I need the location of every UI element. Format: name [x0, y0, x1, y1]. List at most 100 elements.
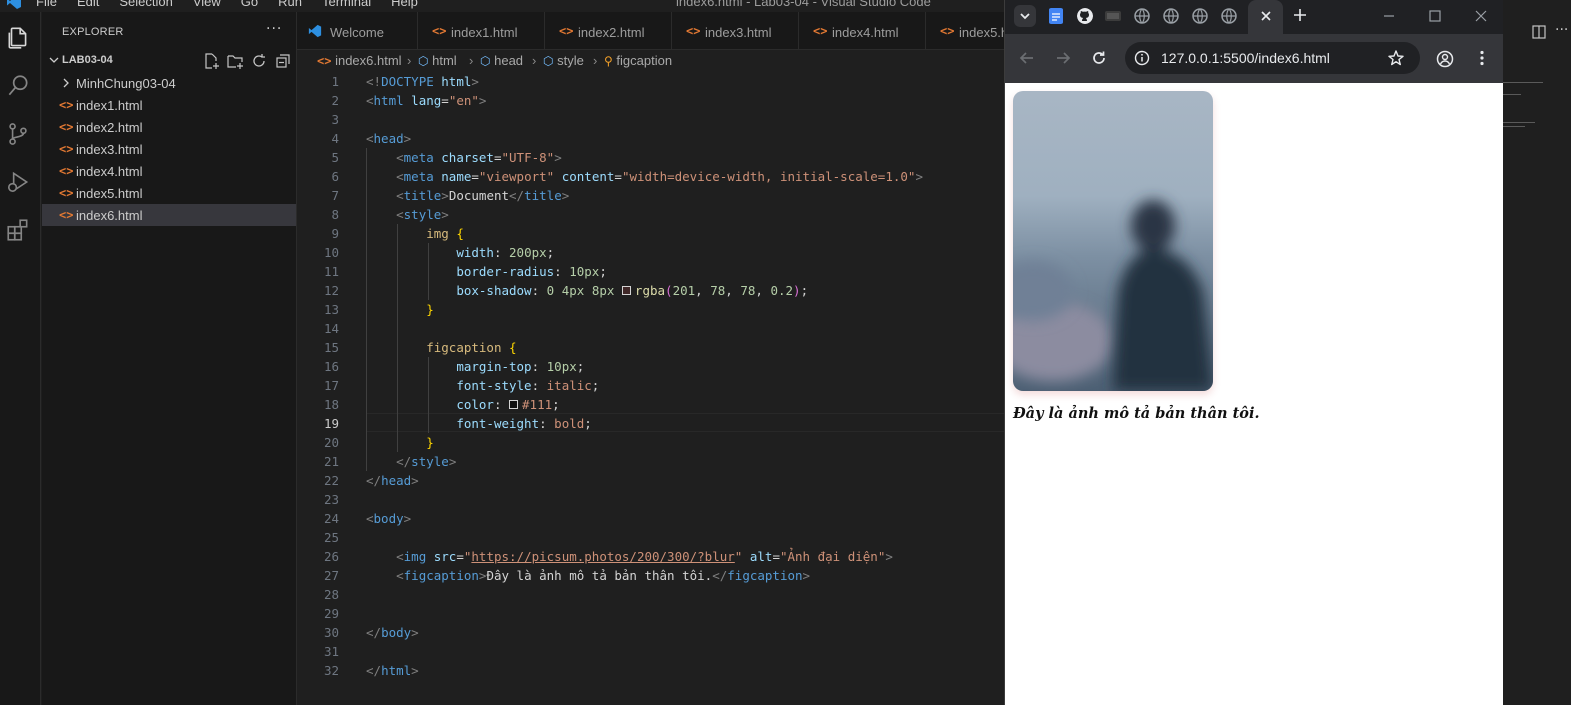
tree-item-label: index3.html	[76, 142, 143, 157]
line-number: 8	[331, 207, 339, 222]
tab-index1[interactable]: <> index1.html	[418, 12, 545, 49]
css-rule-icon: ⚲	[604, 54, 613, 68]
profile-photo	[1013, 91, 1213, 391]
split-editor-icon[interactable]	[1531, 24, 1547, 40]
tree-item-file-selected[interactable]: <> index6.html	[42, 204, 296, 226]
line-number: 25	[323, 530, 339, 545]
color-swatch[interactable]	[621, 286, 631, 295]
tree-item-file[interactable]: <> index1.html	[42, 94, 296, 116]
explorer-more-icon[interactable]: ···	[266, 21, 282, 37]
breadcrumb-label: html	[432, 53, 457, 68]
collapse-all-icon[interactable]	[274, 52, 292, 70]
menu-view[interactable]: View	[193, 0, 221, 9]
line-number: 17	[323, 378, 339, 393]
tree-item-folder[interactable]: MinhChung03-04	[42, 72, 296, 94]
close-tab-icon[interactable]	[1258, 8, 1274, 24]
menu-go[interactable]: Go	[241, 0, 258, 9]
more-menu-icon[interactable]	[1473, 49, 1491, 67]
code-line: <body>	[366, 511, 412, 526]
code-line: <head>	[366, 131, 412, 146]
html-file-icon: <>	[686, 24, 701, 38]
tab-label: Welcome	[330, 25, 384, 40]
tab-index2[interactable]: <> index2.html	[545, 12, 672, 49]
reload-icon[interactable]	[1090, 49, 1108, 67]
site-info-icon[interactable]	[1134, 50, 1150, 66]
close-window-icon[interactable]	[1473, 8, 1489, 24]
line-number: 9	[331, 226, 339, 241]
line-number: 27	[323, 568, 339, 583]
minimize-icon[interactable]	[1381, 8, 1397, 24]
new-folder-icon[interactable]	[226, 52, 244, 70]
tab-label: index5.html	[959, 25, 1005, 40]
run-debug-icon[interactable]	[5, 169, 31, 195]
code-line: width: 200px;	[456, 245, 555, 260]
breadcrumb-head[interactable]: ⬡ head	[480, 53, 523, 68]
tab-search-button[interactable]	[1014, 5, 1036, 27]
menu-terminal[interactable]: Terminal	[322, 0, 371, 9]
breadcrumb-style[interactable]: ⬡ style	[543, 53, 584, 68]
minimap-line	[1503, 122, 1535, 123]
menu-edit[interactable]: Edit	[77, 0, 99, 9]
tab-index3[interactable]: <> index3.html	[672, 12, 799, 49]
code-line: </head>	[366, 473, 419, 488]
new-file-icon[interactable]	[202, 52, 220, 70]
address-bar[interactable]: 127.0.0.1:5500/index6.html	[1125, 42, 1420, 74]
minimap-line	[1503, 82, 1543, 83]
extensions-icon[interactable]	[5, 217, 31, 243]
tree-item-file[interactable]: <> index3.html	[42, 138, 296, 160]
code-editor[interactable]: 1 2 3 4 5 6 7 8 9 10 11 12 13 14 15 16 17 18 19 20 21 22 23 24 2…	[297, 72, 1005, 705]
line-number: 7	[331, 188, 339, 203]
editor-more-icon[interactable]: ···	[1555, 22, 1568, 38]
code-line: <figcaption>Đây là ảnh mô tả bản thân tô…	[396, 568, 811, 583]
video-tab-icon[interactable]	[1105, 8, 1121, 24]
figcaption-source-text: Đây là ảnh mô tả bản thân tôi.	[486, 568, 713, 583]
tree-item-label: index5.html	[76, 186, 143, 201]
bookmark-star-icon[interactable]	[1387, 49, 1405, 67]
breadcrumb: <> index6.html › ⬡ html › ⬡ head › ⬡ sty…	[297, 50, 1005, 72]
code-line: color: #111;	[456, 397, 560, 412]
code-line: <style>	[396, 207, 449, 222]
tree-item-file[interactable]: <> index4.html	[42, 160, 296, 182]
tree-item-file[interactable]: <> index2.html	[42, 116, 296, 138]
explorer-icon[interactable]	[5, 25, 31, 51]
globe-tab-icon[interactable]	[1221, 8, 1237, 24]
profile-icon[interactable]	[1436, 50, 1454, 68]
new-tab-icon[interactable]	[1291, 6, 1309, 24]
rendered-page: Đây là ảnh mô tả bản thân tôi.	[1005, 83, 1504, 705]
code-line: box-shadow: 0 4px 8px rgba(201, 78, 78, …	[456, 283, 809, 298]
source-control-icon[interactable]	[5, 121, 31, 147]
breadcrumb-label: style	[557, 53, 584, 68]
code-line: <img src="https://picsum.photos/200/300/…	[396, 549, 893, 564]
globe-tab-icon[interactable]	[1163, 8, 1179, 24]
explorer-title: EXPLORER	[62, 26, 124, 38]
breadcrumb-html[interactable]: ⬡ html	[418, 53, 457, 68]
html-file-icon: <>	[317, 54, 332, 68]
search-icon[interactable]	[5, 73, 31, 99]
github-tab-icon[interactable]	[1077, 8, 1093, 24]
forward-icon[interactable]	[1054, 49, 1072, 67]
tab-index4[interactable]: <> index4.html	[799, 12, 926, 49]
refresh-icon[interactable]	[250, 52, 268, 70]
menu-file[interactable]: File	[36, 0, 57, 9]
menu-help[interactable]: Help	[391, 0, 418, 9]
html-file-icon: <>	[59, 164, 74, 178]
line-number: 20	[323, 435, 339, 450]
back-icon[interactable]	[1018, 49, 1036, 67]
tree-item-file[interactable]: <> index5.html	[42, 182, 296, 204]
globe-tab-icon[interactable]	[1192, 8, 1208, 24]
line-number: 24	[323, 511, 339, 526]
breadcrumb-file[interactable]: <> index6.html	[317, 53, 402, 68]
docs-tab-icon[interactable]	[1048, 8, 1064, 24]
tab-index5[interactable]: <> index5.html	[926, 12, 1005, 49]
workspace-folder-name: LAB03-04	[62, 54, 113, 66]
globe-tab-icon[interactable]	[1134, 8, 1150, 24]
chevron-right-icon	[63, 78, 69, 88]
html-file-icon: <>	[813, 24, 828, 38]
line-number: 4	[331, 131, 339, 146]
breadcrumb-figcaption[interactable]: ⚲ figcaption	[604, 53, 672, 68]
tab-welcome[interactable]: Welcome	[297, 12, 418, 49]
color-swatch[interactable]	[509, 400, 519, 409]
maximize-icon[interactable]	[1427, 8, 1443, 24]
menu-run[interactable]: Run	[278, 0, 302, 9]
menu-selection[interactable]: Selection	[119, 0, 172, 9]
